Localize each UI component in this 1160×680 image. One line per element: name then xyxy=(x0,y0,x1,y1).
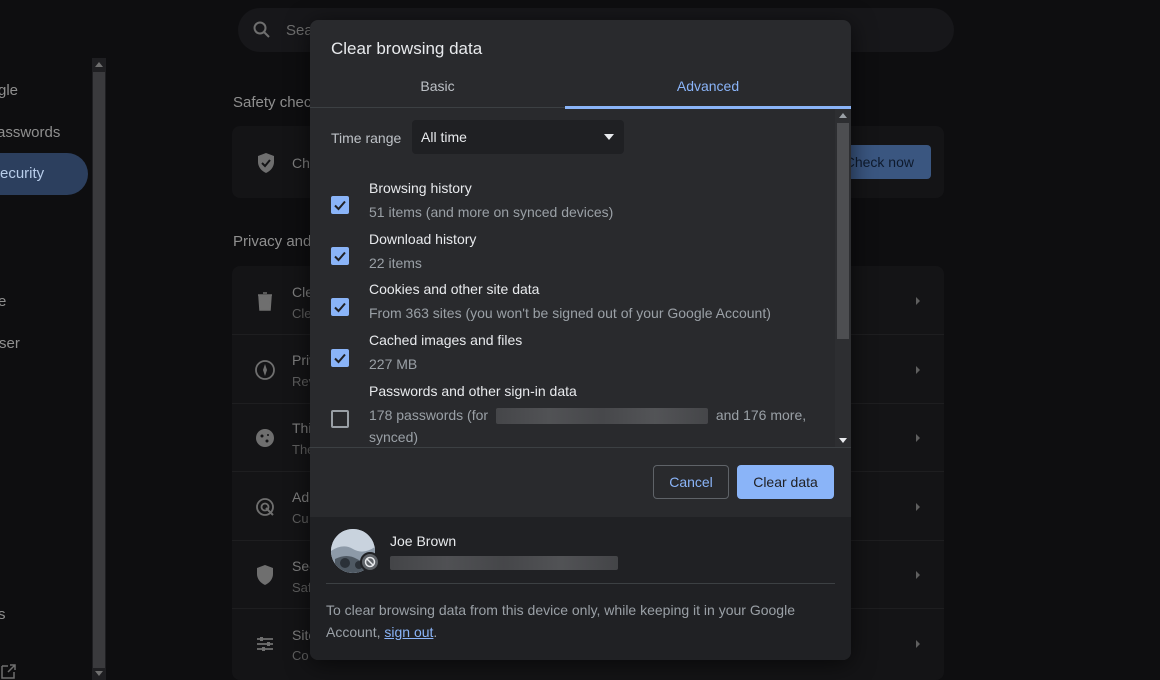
time-range-label: Time range xyxy=(331,130,402,146)
sidebar-item-passwords[interactable]: asswords xyxy=(0,124,60,141)
option-title: Cached images and files xyxy=(369,332,523,348)
account-divider xyxy=(326,583,835,584)
option-subtitle: 51 items (and more on synced devices) xyxy=(369,204,614,220)
cancel-button[interactable]: Cancel xyxy=(653,465,729,499)
privacy-row-sub: Cu xyxy=(292,511,309,526)
checkmark-icon xyxy=(334,200,346,211)
footer-period: . xyxy=(433,624,438,640)
ad-target-icon xyxy=(256,498,274,516)
sidebar-item-extensions[interactable]: s xyxy=(0,606,6,623)
privacy-row-title[interactable]: Ad xyxy=(292,489,309,505)
sidebar-item-appearance[interactable]: e xyxy=(0,293,6,310)
search-icon xyxy=(253,21,270,38)
chevron-right-icon xyxy=(916,640,920,648)
checkmark-icon xyxy=(334,251,346,262)
shield-icon xyxy=(257,565,273,585)
privacy-row-sub: Co xyxy=(292,648,309,663)
search-placeholder: Sea xyxy=(286,22,313,39)
privacy-row-sub: Cle xyxy=(292,306,312,321)
privacy-heading: Privacy and xyxy=(233,233,312,250)
scrollbar-thumb[interactable] xyxy=(837,123,849,339)
trash-icon xyxy=(258,292,272,311)
dialog-scrollbar[interactable] xyxy=(835,109,851,447)
chevron-right-icon xyxy=(916,434,920,442)
sign-out-note: To clear browsing data from this device … xyxy=(326,599,816,643)
clear-data-button[interactable]: Clear data xyxy=(737,465,834,499)
sliders-icon xyxy=(257,637,273,651)
checkmark-icon xyxy=(334,353,346,364)
dropdown-arrow-icon xyxy=(604,134,614,140)
scroll-down-arrow[interactable] xyxy=(839,438,847,443)
passwords-synced-text: synced) xyxy=(369,429,419,445)
option-subtitle: From 363 sites (you won't be signed out … xyxy=(369,305,771,321)
option-title: Passwords and other sign-in data xyxy=(369,383,577,399)
option-title: Cookies and other site data xyxy=(369,281,540,297)
sync-badge-icon xyxy=(360,552,380,572)
time-range-select[interactable]: All time xyxy=(412,120,624,154)
compass-icon xyxy=(255,360,275,380)
external-link-icon xyxy=(1,664,16,679)
safety-check-row-title: Ch xyxy=(292,155,310,171)
passwords-count-text: 178 passwords (for xyxy=(369,407,489,423)
privacy-row-title[interactable]: Thi xyxy=(292,420,311,436)
option-title: Browsing history xyxy=(369,180,472,196)
account-section: Joe Brown To clear browsing data from th… xyxy=(310,517,851,660)
passwords-checkbox[interactable] xyxy=(331,410,349,428)
time-range-value: All time xyxy=(421,129,467,145)
option-subtitle: 227 MB xyxy=(369,356,418,372)
dialog-tabs: Basic Advanced xyxy=(310,70,851,109)
tab-basic[interactable]: Basic xyxy=(310,70,565,108)
dialog-divider xyxy=(310,447,851,448)
safety-check-heading: Safety chec xyxy=(233,94,312,111)
chevron-right-icon xyxy=(916,571,920,579)
chevron-right-icon xyxy=(916,297,920,305)
checkmark-icon xyxy=(334,302,346,313)
account-name: Joe Brown xyxy=(390,533,457,549)
settings-sidebar: gle asswords ecurity e ser s xyxy=(0,58,92,680)
chevron-right-icon xyxy=(916,366,920,374)
redacted-domains xyxy=(495,408,708,425)
cookies-checkbox[interactable] xyxy=(331,298,349,316)
sidebar-item-security[interactable]: ecurity xyxy=(0,153,88,195)
download-history-checkbox[interactable] xyxy=(331,247,349,265)
scrollbar-thumb[interactable] xyxy=(93,72,105,668)
dialog-title: Clear browsing data xyxy=(331,39,483,58)
clear-browsing-data-dialog: Clear browsing data Basic Advanced Time … xyxy=(310,20,851,660)
scroll-down-arrow[interactable] xyxy=(95,671,103,676)
redacted-email xyxy=(390,556,618,570)
passwords-more-text: and 176 more, xyxy=(715,407,807,423)
cookie-icon xyxy=(256,429,274,447)
cached-images-checkbox[interactable] xyxy=(331,349,349,367)
option-subtitle: 22 items xyxy=(369,255,422,271)
sidebar-scrollbar[interactable] xyxy=(92,58,106,680)
sidebar-item-google[interactable]: gle xyxy=(0,82,18,99)
dialog-content: Time range All time Browsing history 51 … xyxy=(310,109,835,447)
option-title: Download history xyxy=(369,231,477,247)
scroll-up-arrow[interactable] xyxy=(839,113,847,118)
option-subtitle: 178 passwords (for and 176 more, synced) xyxy=(369,404,806,447)
chevron-right-icon xyxy=(916,503,920,511)
privacy-row-sub: Saf xyxy=(292,580,312,595)
scroll-up-arrow[interactable] xyxy=(95,62,103,67)
sidebar-item-browser[interactable]: ser xyxy=(0,335,20,352)
shield-check-icon xyxy=(258,153,274,173)
sign-out-link[interactable]: sign out xyxy=(384,624,433,640)
tab-advanced[interactable]: Advanced xyxy=(565,70,851,109)
browsing-history-checkbox[interactable] xyxy=(331,196,349,214)
